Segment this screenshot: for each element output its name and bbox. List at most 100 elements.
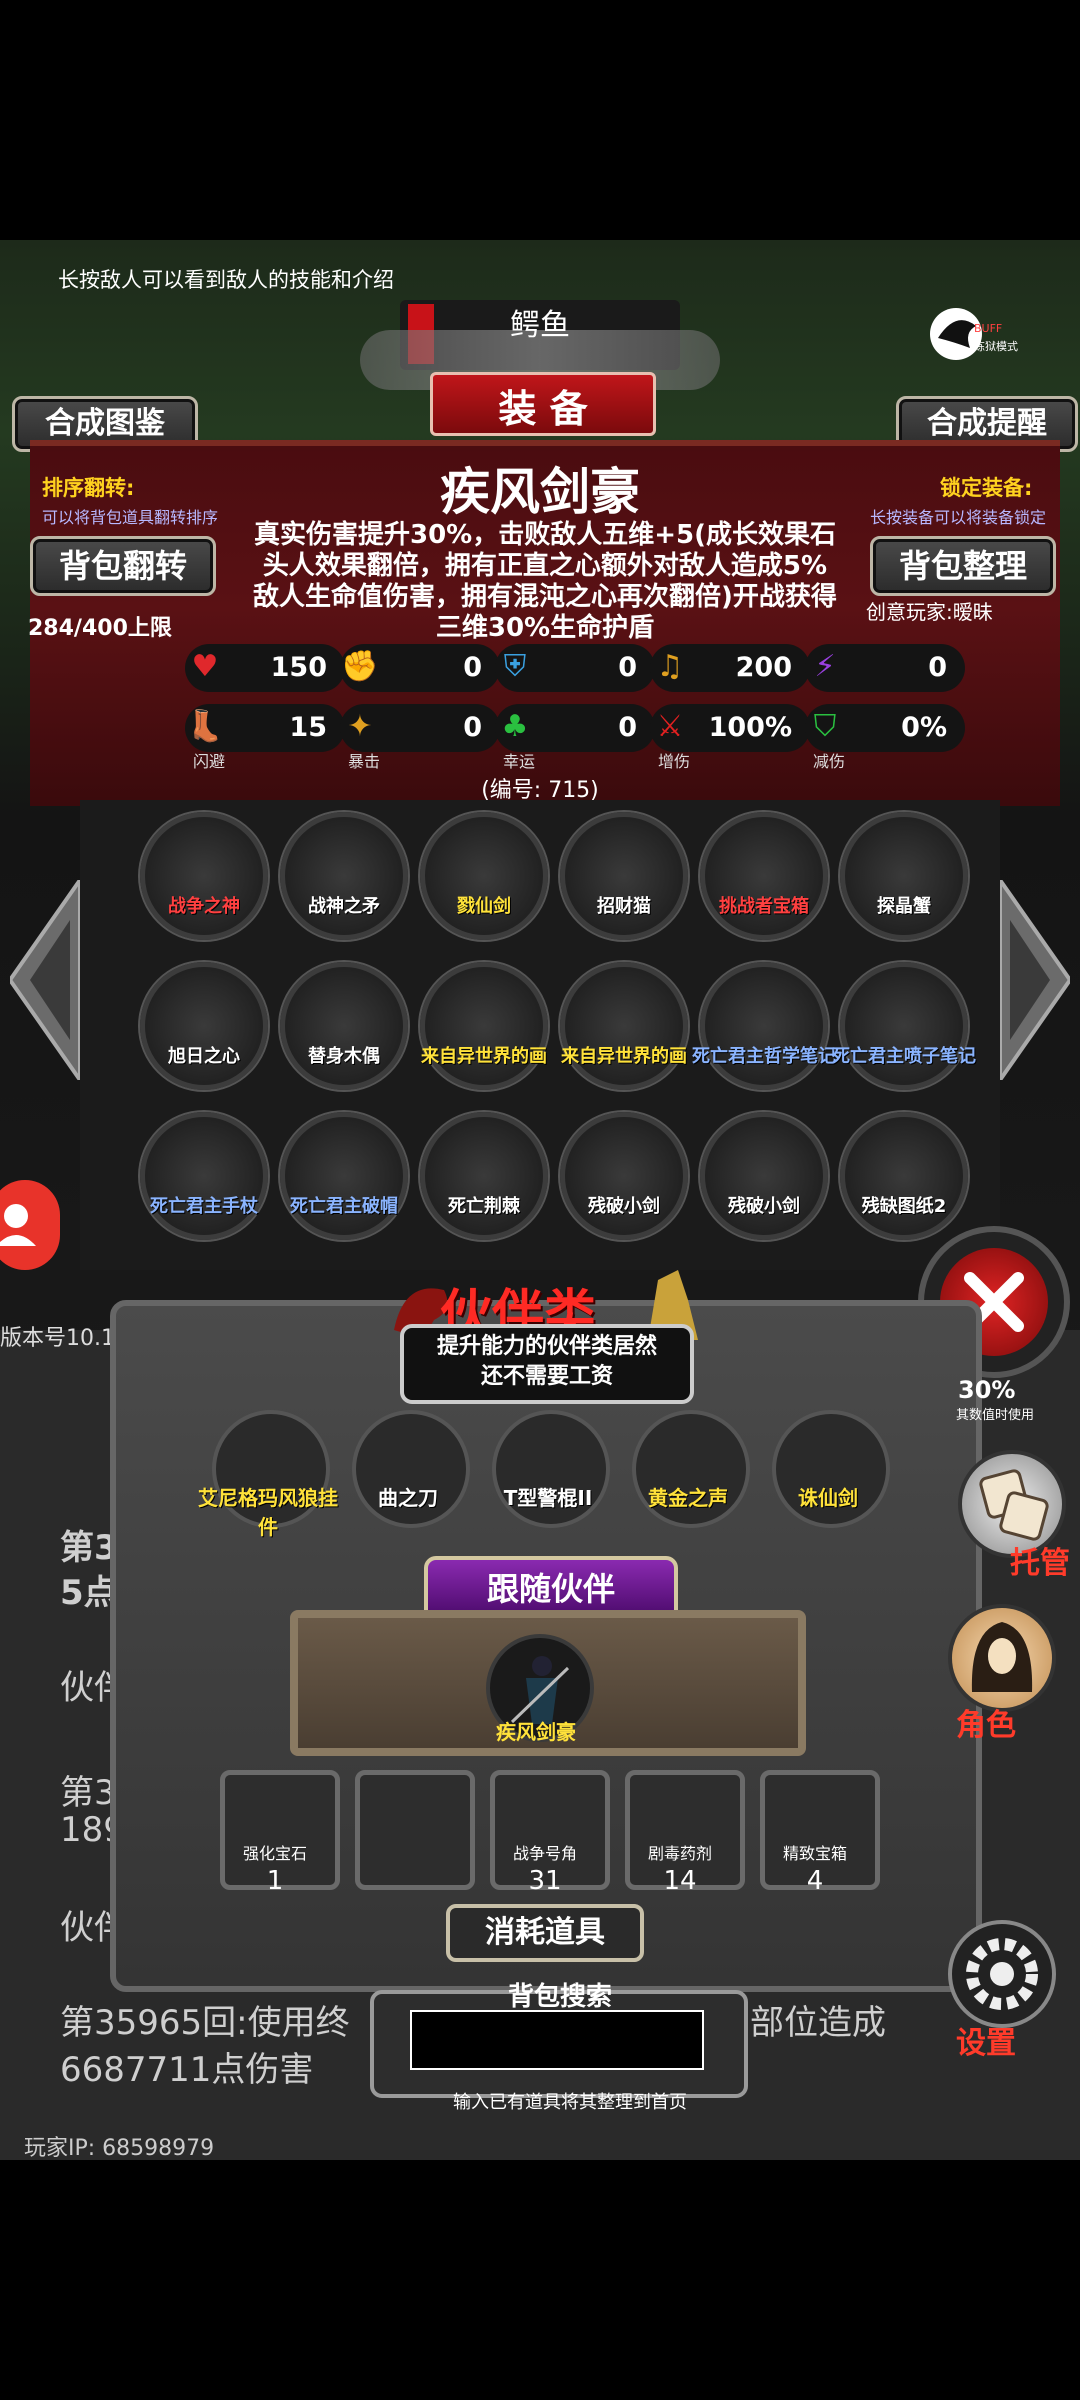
stat-value: 150: [270, 652, 327, 683]
equipment-name: 战神之矛: [308, 896, 380, 917]
buff-badge: BUFF 炼狱模式: [926, 302, 1018, 364]
hooded-figure-icon: [971, 1622, 1033, 1692]
log-line: 6687711点伤害: [60, 2050, 314, 2090]
stat-label: 幸运: [503, 752, 536, 771]
equipment-name: 来自异世界的画: [561, 1046, 687, 1067]
companion-tip-box: 提升能力的伙伴类居然还不需要工资: [400, 1324, 694, 1404]
equipment-slot[interactable]: [420, 962, 548, 1090]
lock-equip-title: 锁定装备:: [940, 476, 1033, 500]
equipment-name: 探晶蟹: [877, 896, 931, 917]
role-button[interactable]: [948, 1604, 1056, 1712]
stat-pill: ♥ 150: [185, 644, 345, 692]
companion-name: 艾尼格玛风狼挂件: [198, 1486, 338, 1539]
equipment-slot[interactable]: [140, 812, 268, 940]
role-label: 角色: [956, 1708, 1016, 1743]
strength-icon: ✊: [341, 648, 379, 684]
stat-pill: 👢 15 闪避: [185, 704, 345, 771]
equipment-name: 来自异世界的画: [421, 1046, 547, 1067]
sort-flip-title: 排序翻转:: [42, 476, 135, 500]
equipment-slot[interactable]: [700, 1112, 828, 1240]
player-ip: 玩家IP: 68598979: [24, 2136, 215, 2161]
bag-sort-button[interactable]: 背包整理: [870, 536, 1056, 596]
consumable-slot[interactable]: [355, 1770, 475, 1890]
consumables-label: 消耗道具: [446, 1904, 644, 1962]
mode-label: 炼狱模式: [974, 340, 1018, 353]
enemy-name: 鳄鱼: [510, 308, 570, 343]
equipment-name: 替身木偶: [308, 1046, 380, 1067]
equipment-slot[interactable]: [420, 1112, 548, 1240]
stat-pill: ⛉ 0% 减伤: [805, 704, 965, 771]
stat-pill: ✊ 0: [340, 644, 500, 692]
capacity-label: 284/400上限: [28, 616, 172, 641]
lyre-icon: ♫: [656, 648, 684, 684]
consumable-name: 精致宝箱: [782, 1844, 847, 1863]
equipment-slot[interactable]: [560, 1112, 688, 1240]
creator-label: 创意玩家:暧昧: [866, 600, 993, 624]
lock-equip-desc: 长按装备可以将装备锁定: [870, 508, 1047, 527]
equipment-name: 残破小剑: [588, 1196, 660, 1217]
companion-name: 黄金之声: [648, 1486, 728, 1510]
equipment-slot[interactable]: [840, 812, 968, 940]
equipment-slot[interactable]: [140, 962, 268, 1090]
equipment-slot[interactable]: [560, 812, 688, 940]
profile-button[interactable]: [0, 1180, 60, 1270]
buff-label: BUFF: [974, 322, 1003, 335]
shield-icon: ⛉: [813, 708, 837, 744]
stat-pill: ⚔ 100% 增伤: [650, 704, 810, 771]
equipment-slot[interactable]: [140, 1112, 268, 1240]
consumable-quantity: 31: [528, 1866, 562, 1896]
companion-name: T型警棍II: [503, 1486, 593, 1510]
equipment-slot[interactable]: [280, 812, 408, 940]
equipment-name: 死亡荆棘: [448, 1196, 520, 1217]
item-description: 真实伤害提升30%，击败敌人五维+5(成长效果石头人效果翻倍，拥有正直之心额外对…: [253, 520, 837, 643]
stat-pill: ♫ 200: [650, 644, 810, 692]
stat-pill: ⚡ 0: [805, 644, 965, 692]
item-name: 疾风剑豪: [440, 463, 640, 521]
equipment-name: 死亡君主破帽: [290, 1196, 398, 1217]
consumable-quantity: 14: [663, 1866, 697, 1896]
armor-icon: ⛨: [503, 648, 527, 684]
consumable-name: 剧毒药剂: [647, 1844, 712, 1863]
consumable-name: 战争号角: [512, 1844, 577, 1863]
hint-text: 长按敌人可以看到敌人的技能和介绍: [58, 268, 394, 292]
equipment-slot[interactable]: [420, 812, 548, 940]
companion-name: 诛仙剑: [798, 1486, 858, 1510]
timer-sub: 其数值时使用: [956, 1408, 1035, 1423]
stat-value: 0: [618, 712, 637, 743]
companion-tip: 提升能力的伙伴类居然还不需要工资: [436, 1334, 657, 1389]
bag-search-label: 背包搜索: [507, 1982, 612, 2012]
equipment-name: 旭日之心: [168, 1046, 240, 1067]
sort-flip-desc: 可以将背包道具翻转排序: [42, 508, 219, 527]
settings-button[interactable]: [948, 1920, 1056, 2028]
bag-flip-button[interactable]: 背包翻转: [30, 536, 216, 596]
equipment-slot[interactable]: [280, 1112, 408, 1240]
equipment-slot[interactable]: [700, 962, 828, 1090]
equipment-slot[interactable]: [560, 962, 688, 1090]
equipment-slot[interactable]: [840, 962, 968, 1090]
stat-pill: ♣ 0 幸运: [495, 704, 655, 771]
stat-value: 0%: [901, 712, 947, 743]
equipment-name: 残缺图纸2: [861, 1196, 947, 1217]
equipment-name: 招财猫: [597, 896, 651, 917]
equipment-slot[interactable]: [840, 1112, 968, 1240]
crit-icon: ✦: [347, 708, 373, 744]
log-line: 第35965回:使用终: [60, 2003, 350, 2043]
stat-label: 闪避: [193, 752, 226, 771]
next-page-arrow[interactable]: [1000, 880, 1070, 1080]
stat-value: 0: [463, 652, 482, 683]
equipment-name: 挑战者宝箱: [719, 896, 809, 917]
stat-value: 0: [463, 712, 482, 743]
swords-icon: ⚔: [656, 708, 684, 744]
heart-icon: ♥: [191, 648, 219, 684]
equipment-slot[interactable]: [280, 962, 408, 1090]
stat-value: 0: [928, 652, 947, 683]
stat-value: 100%: [708, 712, 792, 743]
prev-page-arrow[interactable]: [10, 880, 80, 1080]
stat-value: 0: [618, 652, 637, 683]
bag-search-input[interactable]: [410, 2010, 704, 2070]
stat-value: 15: [289, 712, 327, 743]
stat-pill: ✦ 0 暴击: [340, 704, 500, 771]
equipment-name: 戮仙剑: [457, 896, 511, 917]
equipment-slot[interactable]: [700, 812, 828, 940]
log-line: 部位造成: [750, 2003, 886, 2043]
